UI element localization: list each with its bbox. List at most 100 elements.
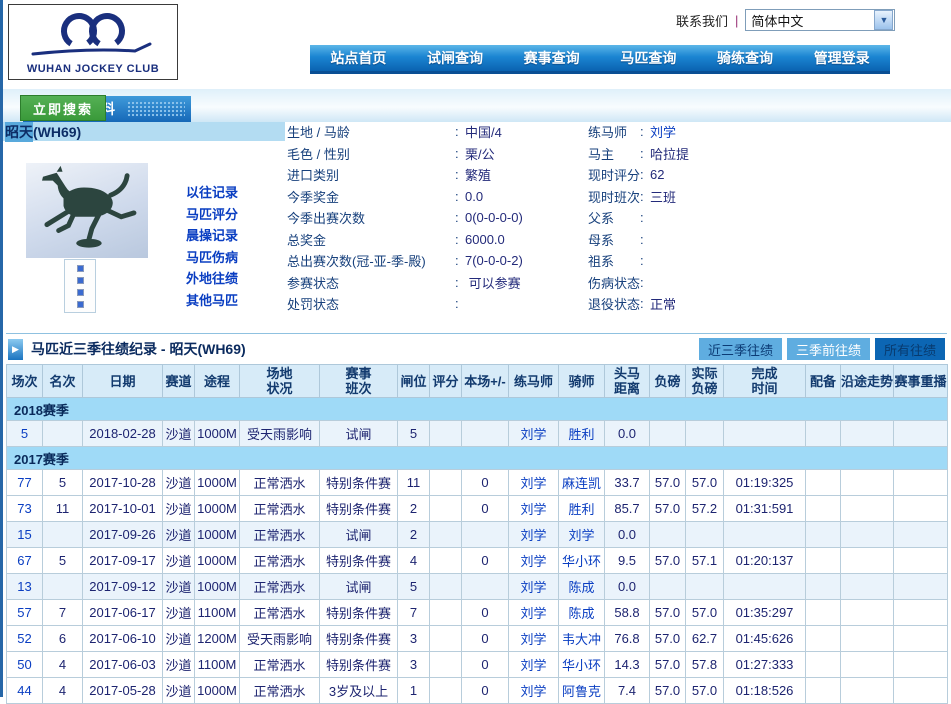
thumbnail-placeholder[interactable] (64, 259, 96, 313)
info-row: 进口类别: 繁殖 (287, 164, 523, 186)
broken-image-icon (76, 288, 84, 296)
info-value: 6000.0 (465, 231, 505, 247)
cell: 9.5 (604, 547, 650, 574)
cell: 正常洒水 (239, 469, 320, 496)
cell[interactable]: 5 (6, 420, 43, 447)
cell[interactable]: 陈成 (558, 573, 605, 600)
cell: 2017-09-17 (82, 547, 163, 574)
table-row: 13 2017-09-12 沙道 1000M 正常洒水 试闸 5 刘学 陈成 0.0 (6, 573, 948, 600)
cell[interactable]: 胜利 (558, 420, 605, 447)
column-header: 练马师 (508, 364, 559, 398)
cell: 正常洒水 (239, 651, 320, 678)
cell: 01:45:626 (723, 625, 806, 652)
filter-button[interactable]: 所有往绩 (874, 338, 945, 360)
cell (893, 469, 948, 496)
column-header: 骑师 (558, 364, 605, 398)
nav-item[interactable]: 站点首页 (310, 45, 407, 71)
cell[interactable]: 57 (6, 599, 43, 626)
horse-title-bar: 昭天 (WH69) (3, 121, 285, 142)
side-link[interactable]: 以往记录 (186, 182, 238, 204)
cell[interactable]: 44 (6, 677, 43, 704)
cell[interactable]: 77 (6, 469, 43, 496)
column-header: 配备 (805, 364, 841, 398)
nav-item[interactable]: 马匹查询 (600, 45, 697, 71)
filter-button[interactable]: 三季前往绩 (786, 338, 870, 360)
cell: 01:31:591 (723, 495, 806, 522)
info-value: 62 (650, 167, 665, 183)
info-colon: : (640, 145, 644, 161)
cell: 0 (461, 547, 509, 574)
search-now-button[interactable]: 立即搜索 (20, 95, 106, 121)
side-link[interactable]: 其他马匹 (186, 290, 238, 312)
cell: 1000M (194, 677, 240, 704)
cell[interactable]: 刘学 (508, 573, 559, 600)
logo[interactable]: WUHAN JOCKEY CLUB (8, 4, 178, 80)
cell: 11 (397, 469, 430, 496)
cell[interactable]: 陈成 (558, 599, 605, 626)
cell[interactable]: 15 (6, 521, 43, 548)
cell (893, 677, 948, 704)
cell: 沙道 (162, 573, 195, 600)
info-value[interactable]: 刘学 (650, 122, 676, 141)
column-header: 赛道 (162, 364, 195, 398)
cell[interactable]: 刘学 (558, 521, 605, 548)
cell: 2017-06-03 (82, 651, 163, 678)
cell[interactable]: 刘学 (508, 469, 559, 496)
cell (893, 599, 948, 626)
cell[interactable]: 刘学 (508, 599, 559, 626)
side-link[interactable]: 马匹评分 (186, 204, 238, 226)
cell: 0 (461, 495, 509, 522)
info-row: 祖系: (588, 250, 689, 272)
cell (42, 573, 83, 600)
cell: 特别条件赛 (319, 469, 398, 496)
cell[interactable]: 刘学 (508, 677, 559, 704)
cell[interactable]: 阿鲁克 (558, 677, 605, 704)
language-value: 简体中文 (751, 13, 804, 29)
table-row: 5 2018-02-28 沙道 1000M 受天雨影响 试闸 5 刘学 胜利 0.0 (6, 420, 948, 447)
cell[interactable]: 50 (6, 651, 43, 678)
filter-button[interactable]: 近三季往绩 (698, 338, 782, 360)
dots-decoration (127, 101, 185, 117)
contact-link[interactable]: 联系我们 (676, 11, 728, 30)
info-label: 伤病状态 (588, 275, 641, 291)
cell[interactable]: 华小环 (558, 651, 605, 678)
table-row: 15 2017-09-26 沙道 1000M 正常洒水 试闸 2 刘学 刘学 0.0 (6, 521, 948, 548)
cell (840, 495, 894, 522)
cell: 3 (397, 625, 430, 652)
cell: 0 (461, 677, 509, 704)
info-colon: : (640, 210, 644, 226)
cell[interactable]: 刘学 (508, 495, 559, 522)
cell[interactable]: 刘学 (508, 547, 559, 574)
cell: 1000M (194, 420, 240, 447)
cell[interactable]: 胜利 (558, 495, 605, 522)
cell[interactable]: 52 (6, 625, 43, 652)
column-header: 完成 时间 (723, 364, 806, 398)
cell[interactable]: 刘学 (508, 651, 559, 678)
cell: 3岁及以上 (319, 677, 398, 704)
nav-item[interactable]: 赛事查询 (503, 45, 600, 71)
cell[interactable]: 刘学 (508, 521, 559, 548)
cell: 5 (42, 469, 83, 496)
side-link[interactable]: 晨操记录 (186, 225, 238, 247)
cell[interactable]: 刘学 (508, 625, 559, 652)
language-select[interactable]: 简体中文 ▼ (745, 9, 896, 31)
cell (840, 625, 894, 652)
side-link[interactable]: 马匹伤病 (186, 247, 238, 269)
cell[interactable]: 麻连凯 (558, 469, 605, 496)
cell[interactable]: 华小环 (558, 547, 605, 574)
cell[interactable]: 67 (6, 547, 43, 574)
cell (805, 651, 841, 678)
info-value: 哈拉提 (650, 146, 690, 162)
nav-item[interactable]: 管理登录 (793, 45, 890, 71)
side-link[interactable]: 外地往绩 (186, 268, 238, 290)
cell[interactable]: 刘学 (508, 420, 559, 447)
dropdown-arrow-icon[interactable]: ▼ (874, 10, 894, 30)
cell[interactable]: 13 (6, 573, 43, 600)
cell[interactable]: 韦大冲 (558, 625, 605, 652)
info-colon: : (455, 296, 459, 312)
column-header: 评分 (429, 364, 462, 398)
cell[interactable]: 73 (6, 495, 43, 522)
info-label: 祖系 (588, 254, 615, 270)
nav-item[interactable]: 骑练查询 (697, 45, 794, 71)
nav-item[interactable]: 试闸查询 (407, 45, 504, 71)
